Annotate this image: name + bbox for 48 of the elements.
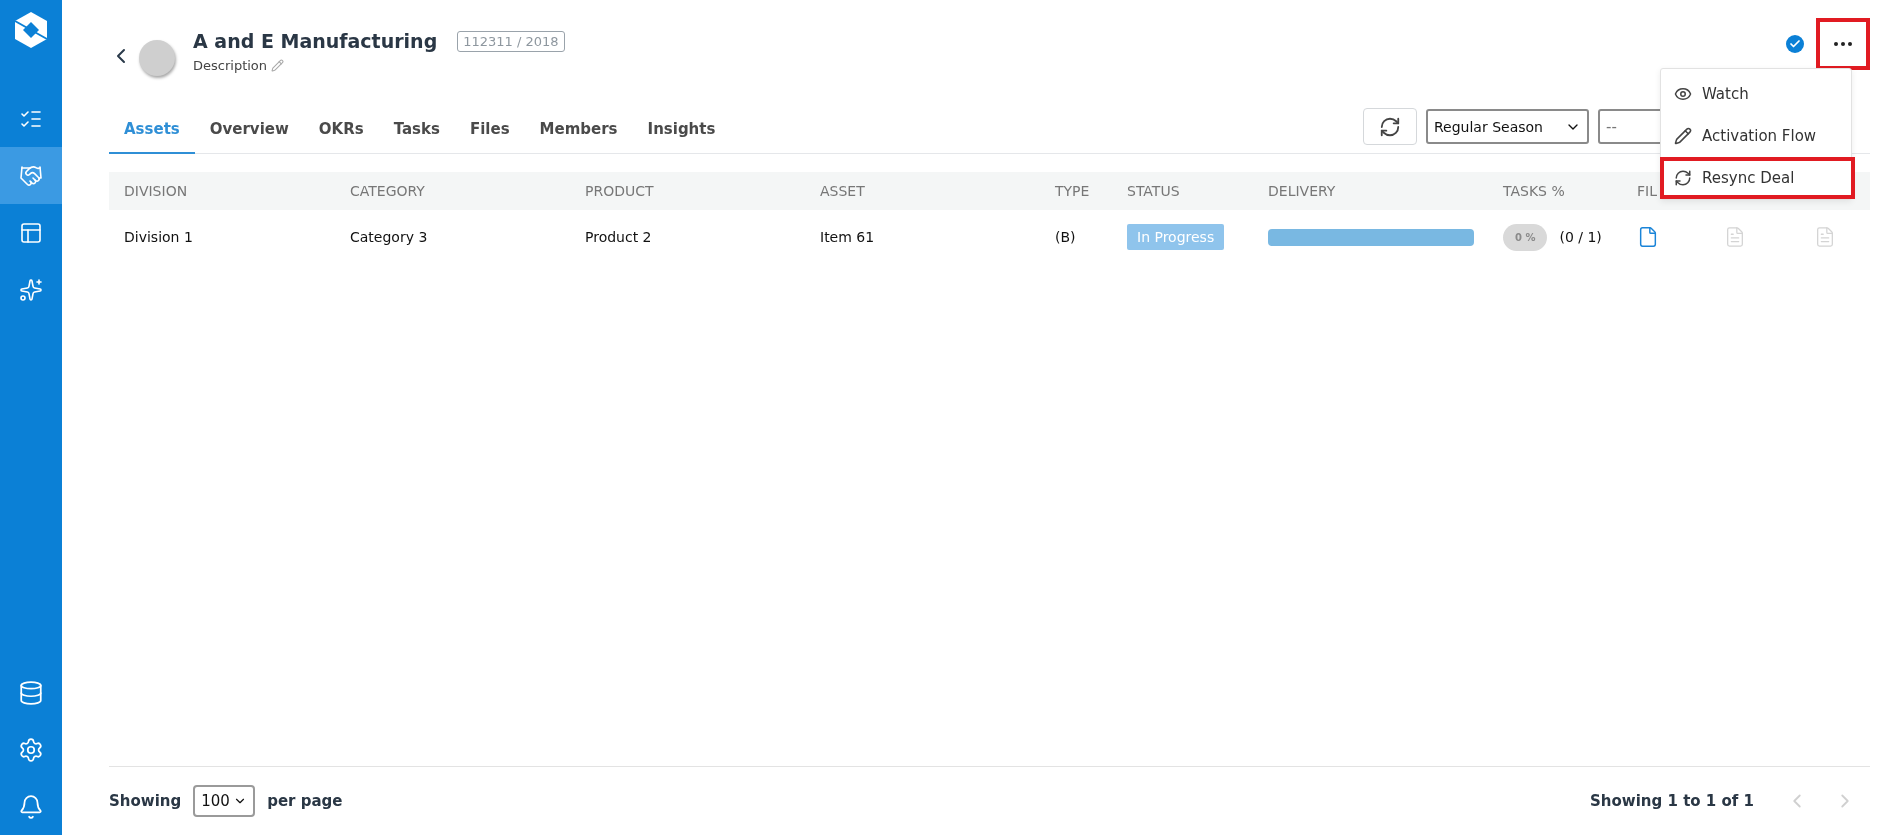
description-text: Description <box>193 58 268 73</box>
refresh-button[interactable] <box>1363 108 1417 145</box>
tab[interactable]: Insights <box>632 70 731 154</box>
refresh-icon <box>1674 169 1692 187</box>
eye-icon <box>1674 85 1692 103</box>
tab[interactable]: Files <box>454 70 525 154</box>
database-icon <box>18 679 44 706</box>
page-size-select[interactable]: 100 <box>193 785 256 817</box>
column-header: STATUS <box>1126 183 1181 199</box>
tab[interactable]: OKRs <box>303 70 379 154</box>
settings-icon <box>18 736 44 763</box>
column-header: DIVISION <box>123 183 189 199</box>
edit-icon[interactable] <box>271 59 285 72</box>
column-header: FIL <box>1636 183 1658 199</box>
handshake-icon <box>19 163 43 188</box>
column-header: ASSET <box>819 183 866 199</box>
pagination-summary: Showing 1 to 1 of 1 <box>1590 792 1754 810</box>
column-header: PRODUCT <box>584 183 655 199</box>
table-cell-text: Division 1 <box>123 229 194 245</box>
status-badge: In Progress <box>1127 224 1225 250</box>
tasks-percent: 0 % <box>1503 223 1548 251</box>
menu-item[interactable]: Resync Deal <box>1660 157 1855 199</box>
season-select[interactable]: Regular Season <box>1426 109 1589 144</box>
table-cell-text: Product 2 <box>584 229 653 245</box>
tab[interactable]: Tasks <box>378 70 455 154</box>
tab[interactable]: Members <box>524 70 633 154</box>
file-icon[interactable] <box>1637 226 1659 248</box>
table-cell-text: (B) <box>1054 229 1077 245</box>
refresh-icon <box>1379 115 1401 138</box>
sparkle-icon <box>19 277 43 302</box>
sidebar-item[interactable] <box>0 147 62 204</box>
tasks-count: (0 / 1) <box>1559 229 1602 245</box>
table-cell-text: Item 61 <box>819 229 876 245</box>
column-header: TASKS % <box>1502 183 1566 199</box>
more-icon <box>1834 42 1852 46</box>
column-header: DELIVERY <box>1267 183 1337 199</box>
table-icon <box>19 220 43 245</box>
more-button[interactable] <box>1816 18 1870 70</box>
column-header: CATEGORY <box>349 183 426 199</box>
per-page-label: per page <box>267 792 343 810</box>
showing-label: Showing <box>109 792 182 810</box>
table-cell-text: Category 3 <box>349 229 429 245</box>
column-header: TYPE <box>1054 183 1091 199</box>
pencil-icon <box>1674 127 1692 145</box>
page-title: A and E Manufacturing <box>193 30 438 52</box>
id-badge: 112311 / 2018 <box>457 30 565 52</box>
bell-icon <box>18 793 44 820</box>
avatar <box>139 40 175 76</box>
